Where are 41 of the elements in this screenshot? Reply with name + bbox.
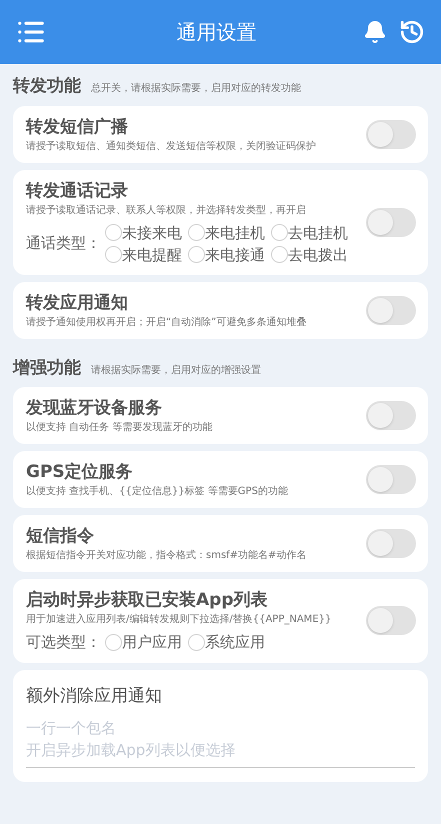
toggle-switch[interactable]	[366, 120, 416, 148]
card-title: 短信指令	[26, 525, 95, 548]
card-title: 转发通话记录	[26, 180, 129, 202]
section-title: 转发功能	[13, 75, 81, 98]
placeholder-text: 开启异步加载App列表以便选择	[26, 740, 236, 761]
card-description: 根据短信指令开关对应功能，指令格式：smsf#功能名#动作名	[26, 548, 308, 563]
section-subtitle: 请根据实际需要，启用对应的增强设置	[91, 364, 261, 378]
toggle-switch[interactable]	[366, 606, 416, 636]
history-icon[interactable]	[399, 19, 425, 45]
radio-option[interactable]: 来电挂机	[188, 222, 265, 244]
card-title: 转发短信广播	[26, 116, 129, 138]
card-title: 额外消除应用通知	[26, 684, 163, 708]
section-subtitle: 总开关，请根据实际需要，启用对应的转发功能	[91, 82, 301, 96]
toggle-switch[interactable]	[366, 401, 416, 430]
card-description: 请授予读取短信、通知类短信、发送短信等权限，关闭验证码保护	[26, 140, 317, 154]
toggle-switch[interactable]	[366, 465, 416, 494]
options-label: 可选类型：	[26, 632, 101, 653]
toggle-switch[interactable]	[366, 296, 416, 324]
section-title: 增强功能	[13, 356, 81, 380]
bell-icon[interactable]	[363, 20, 387, 44]
card-title: GPS定位服务	[26, 461, 134, 484]
radio-option[interactable]: 用户应用	[105, 631, 182, 654]
radio-option[interactable]: 未接来电	[105, 222, 182, 244]
card-description: 请授予通知使用权再开启；开启“自动消除”可避免多条通知堆叠	[26, 316, 308, 330]
placeholder-text: 一行一个包名	[26, 718, 117, 739]
card-description: 以便支持 查找手机、{{定位信息}}标签 等需要GPS的功能	[26, 484, 289, 499]
toggle-switch[interactable]	[366, 208, 416, 236]
card-description: 请授予读取通话记录、联系人等权限，并选择转发类型，再开启	[26, 204, 307, 218]
radio-option[interactable]: 去电拨出	[271, 244, 348, 266]
radio-option[interactable]: 来电接通	[188, 244, 265, 266]
card-description: 以便支持 自动任务 等需要发现蓝牙的功能	[26, 420, 214, 435]
card-description: 用于加速进入应用列表/编辑转发规则下拉选择/替换{{APP_NAME}}	[26, 612, 332, 627]
radio-option[interactable]: 系统应用	[188, 631, 265, 654]
options-label: 通话类型：	[26, 233, 101, 254]
toggle-switch[interactable]	[366, 529, 416, 558]
card-title: 启动时异步获取已安装App列表	[26, 589, 268, 612]
radio-option[interactable]: 去电挂机	[271, 222, 348, 244]
card-title: 转发应用通知	[26, 292, 129, 314]
card-title: 发现蓝牙设备服务	[26, 397, 163, 420]
radio-option[interactable]: 来电提醒	[105, 244, 182, 266]
header-title: 通用设置	[176, 19, 258, 46]
